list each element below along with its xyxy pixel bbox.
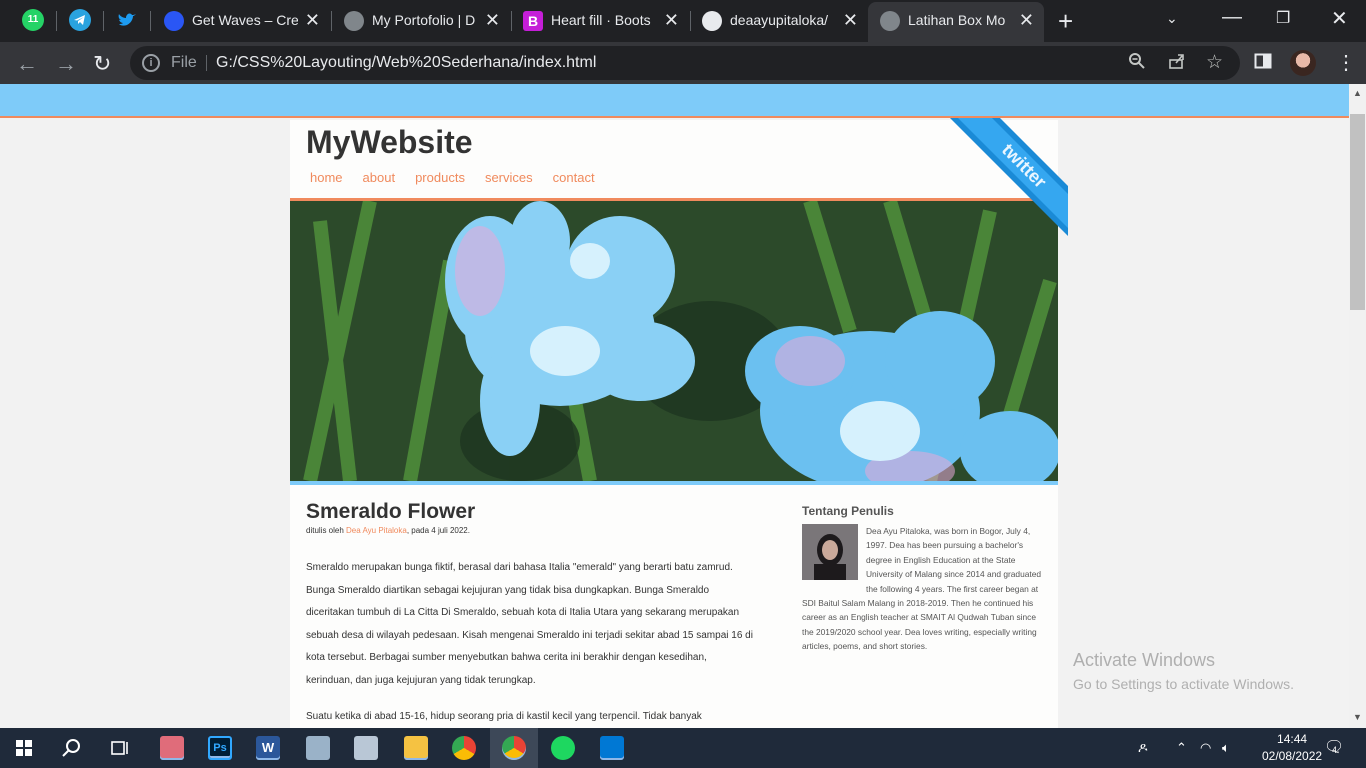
whatsapp-icon[interactable]: 11	[22, 9, 44, 31]
page-viewport: MyWebsite home about products services c…	[0, 84, 1349, 728]
top-color-band	[0, 84, 1349, 118]
close-icon[interactable]: ✕	[305, 10, 320, 31]
activate-windows-title: Activate Windows	[1073, 650, 1216, 670]
article: Smeraldo Flower ditulis oleh Dea Ayu Pit…	[306, 500, 756, 728]
reload-icon[interactable]: ↻	[93, 51, 111, 77]
clock-date: 02/08/2022	[1262, 749, 1323, 763]
scrollbar-thumb[interactable]	[1350, 114, 1365, 310]
article-byline: ditulis oleh Dea Ayu Pitaloka, pada 4 ju…	[306, 526, 756, 535]
tab-title: Latihan Box Mo	[908, 12, 1006, 28]
menu-kebab-icon[interactable]: ⋮	[1336, 50, 1356, 75]
tab-title: My Portofolio | D	[372, 12, 476, 28]
show-hidden-icons-chevron[interactable]: ⌃	[1176, 740, 1187, 756]
tab-my-portofolio[interactable]: My Portofolio | D ✕	[332, 0, 510, 42]
nav-link-about[interactable]: about	[363, 170, 396, 185]
sidebar-title: Tentang Penulis	[802, 504, 894, 518]
word-icon[interactable]: W	[256, 736, 280, 760]
scheme-label: File	[171, 54, 197, 71]
bookmark-star-icon[interactable]: ☆	[1206, 51, 1223, 74]
globe-icon	[880, 11, 900, 31]
globe-icon	[344, 11, 364, 31]
close-icon[interactable]: ✕	[485, 10, 500, 31]
chrome-icon[interactable]	[452, 736, 476, 760]
close-icon[interactable]: ✕	[843, 10, 858, 31]
forward-icon[interactable]: →	[55, 51, 77, 77]
vertical-scrollbar[interactable]: ▲ ▼	[1349, 84, 1366, 728]
file-explorer-icon[interactable]	[404, 736, 428, 760]
tab-separator	[103, 11, 104, 31]
nav-link-home[interactable]: home	[310, 170, 343, 185]
byline-suffix: , pada 4 juli 2022.	[406, 526, 470, 535]
bootstrap-icon: B	[523, 11, 543, 31]
side-panel-icon[interactable]	[1254, 52, 1272, 75]
restore-icon[interactable]: ❐	[1276, 8, 1290, 28]
tab-title: Heart fill · Boots	[551, 12, 651, 28]
sidebar-content: Dea Ayu Pitaloka, was born in Bogor, Jul…	[802, 524, 1044, 654]
browser-tab-strip: 11 Get Waves – Cre ✕ My Portofolio | D ✕…	[0, 0, 1366, 42]
site-title: MyWebsite	[306, 124, 473, 160]
chrome-profile-icon[interactable]	[502, 736, 526, 760]
tab-title: deaayupitaloka/	[730, 12, 829, 28]
nav-link-contact[interactable]: contact	[553, 170, 595, 185]
browser-toolbar: ← → ↻ i File G:/CSS%20Layouting/Web%20Se…	[0, 42, 1366, 84]
telegram-icon[interactable]	[69, 9, 91, 31]
wifi-icon[interactable]: ◠	[1200, 740, 1211, 756]
github-icon	[702, 11, 722, 31]
site-nav: home about products services contact	[310, 170, 615, 185]
address-bar[interactable]: i File G:/CSS%20Layouting/Web%20Sederhan…	[130, 46, 1240, 80]
waves-icon	[164, 11, 184, 31]
nav-link-products[interactable]: products	[415, 170, 465, 185]
tab-separator	[150, 11, 151, 31]
nav-link-services[interactable]: services	[485, 170, 533, 185]
zoom-icon[interactable]	[1128, 52, 1146, 75]
notification-count: 4	[1332, 745, 1338, 755]
activate-windows-subtitle: Go to Settings to activate Windows.	[1073, 676, 1294, 692]
tab-latihan-box-model[interactable]: Latihan Box Mo ✕	[868, 2, 1044, 42]
byline-prefix: ditulis oleh	[306, 526, 347, 535]
twitter-ribbon[interactable]: twitter	[940, 118, 1070, 248]
volume-icon[interactable]: 🔈︎	[1222, 740, 1230, 756]
new-tab-icon[interactable]: +	[1058, 6, 1073, 37]
close-window-icon[interactable]: ✕	[1331, 6, 1348, 31]
task-view-icon[interactable]	[108, 736, 132, 760]
clock-time: 14:44	[1277, 732, 1308, 746]
spotify-icon[interactable]	[551, 736, 575, 760]
vscode-icon[interactable]	[600, 736, 624, 760]
article-title: Smeraldo Flower	[306, 500, 476, 523]
photoshop-icon[interactable]: Ps	[208, 736, 232, 760]
tab-heart-fill[interactable]: B Heart fill · Boots ✕	[511, 0, 689, 42]
people-icon[interactable]: ዶ	[1138, 740, 1148, 756]
url-text[interactable]: G:/CSS%20Layouting/Web%20Sederhana/index…	[216, 54, 596, 72]
photos-icon[interactable]	[354, 736, 378, 760]
tab-github[interactable]: deaayupitaloka/ ✕	[690, 0, 868, 42]
tab-search-chevron-icon[interactable]: ⌄	[1166, 10, 1178, 27]
search-icon[interactable]	[60, 736, 84, 760]
tab-separator	[56, 11, 57, 31]
network-icon[interactable]	[306, 736, 330, 760]
notification-icon[interactable]: 🗨︎ 4	[1324, 737, 1344, 757]
author-link[interactable]: Dea Ayu Pitaloka	[346, 526, 407, 535]
author-sidebar: Tentang Penulis Dea Ayu Pitaloka, was bo…	[802, 504, 1044, 654]
close-icon[interactable]: ✕	[664, 10, 679, 31]
site-info-icon[interactable]: i	[142, 54, 160, 72]
author-photo	[802, 524, 858, 580]
tab-get-waves[interactable]: Get Waves – Cre ✕	[152, 0, 330, 42]
twitter-icon[interactable]	[116, 9, 138, 31]
article-paragraph-2: Suatu ketika di abad 15-16, hidup seoran…	[306, 711, 702, 722]
windows-start-icon[interactable]	[16, 740, 32, 756]
omnibox-separator	[206, 55, 207, 71]
article-paragraph-1: Smeraldo merupakan bunga fiktif, berasal…	[306, 562, 753, 686]
scroll-up-icon[interactable]: ▲	[1353, 88, 1362, 98]
share-icon[interactable]	[1168, 52, 1186, 75]
tab-title: Get Waves – Cre	[192, 12, 298, 28]
close-icon[interactable]: ✕	[1019, 10, 1034, 31]
back-icon[interactable]: ←	[16, 51, 38, 77]
system-clock[interactable]: 14:44 02/08/2022	[1262, 731, 1322, 765]
scroll-down-icon[interactable]: ▼	[1353, 712, 1362, 722]
profile-avatar[interactable]	[1290, 50, 1316, 76]
minimize-icon[interactable]: —	[1222, 6, 1242, 29]
windows-taskbar: Ps W ዶ ⌃ ◠ 🔈︎ 14:44 02/08/2022 🗨︎ 4	[0, 728, 1366, 768]
paint-icon[interactable]	[160, 736, 184, 760]
